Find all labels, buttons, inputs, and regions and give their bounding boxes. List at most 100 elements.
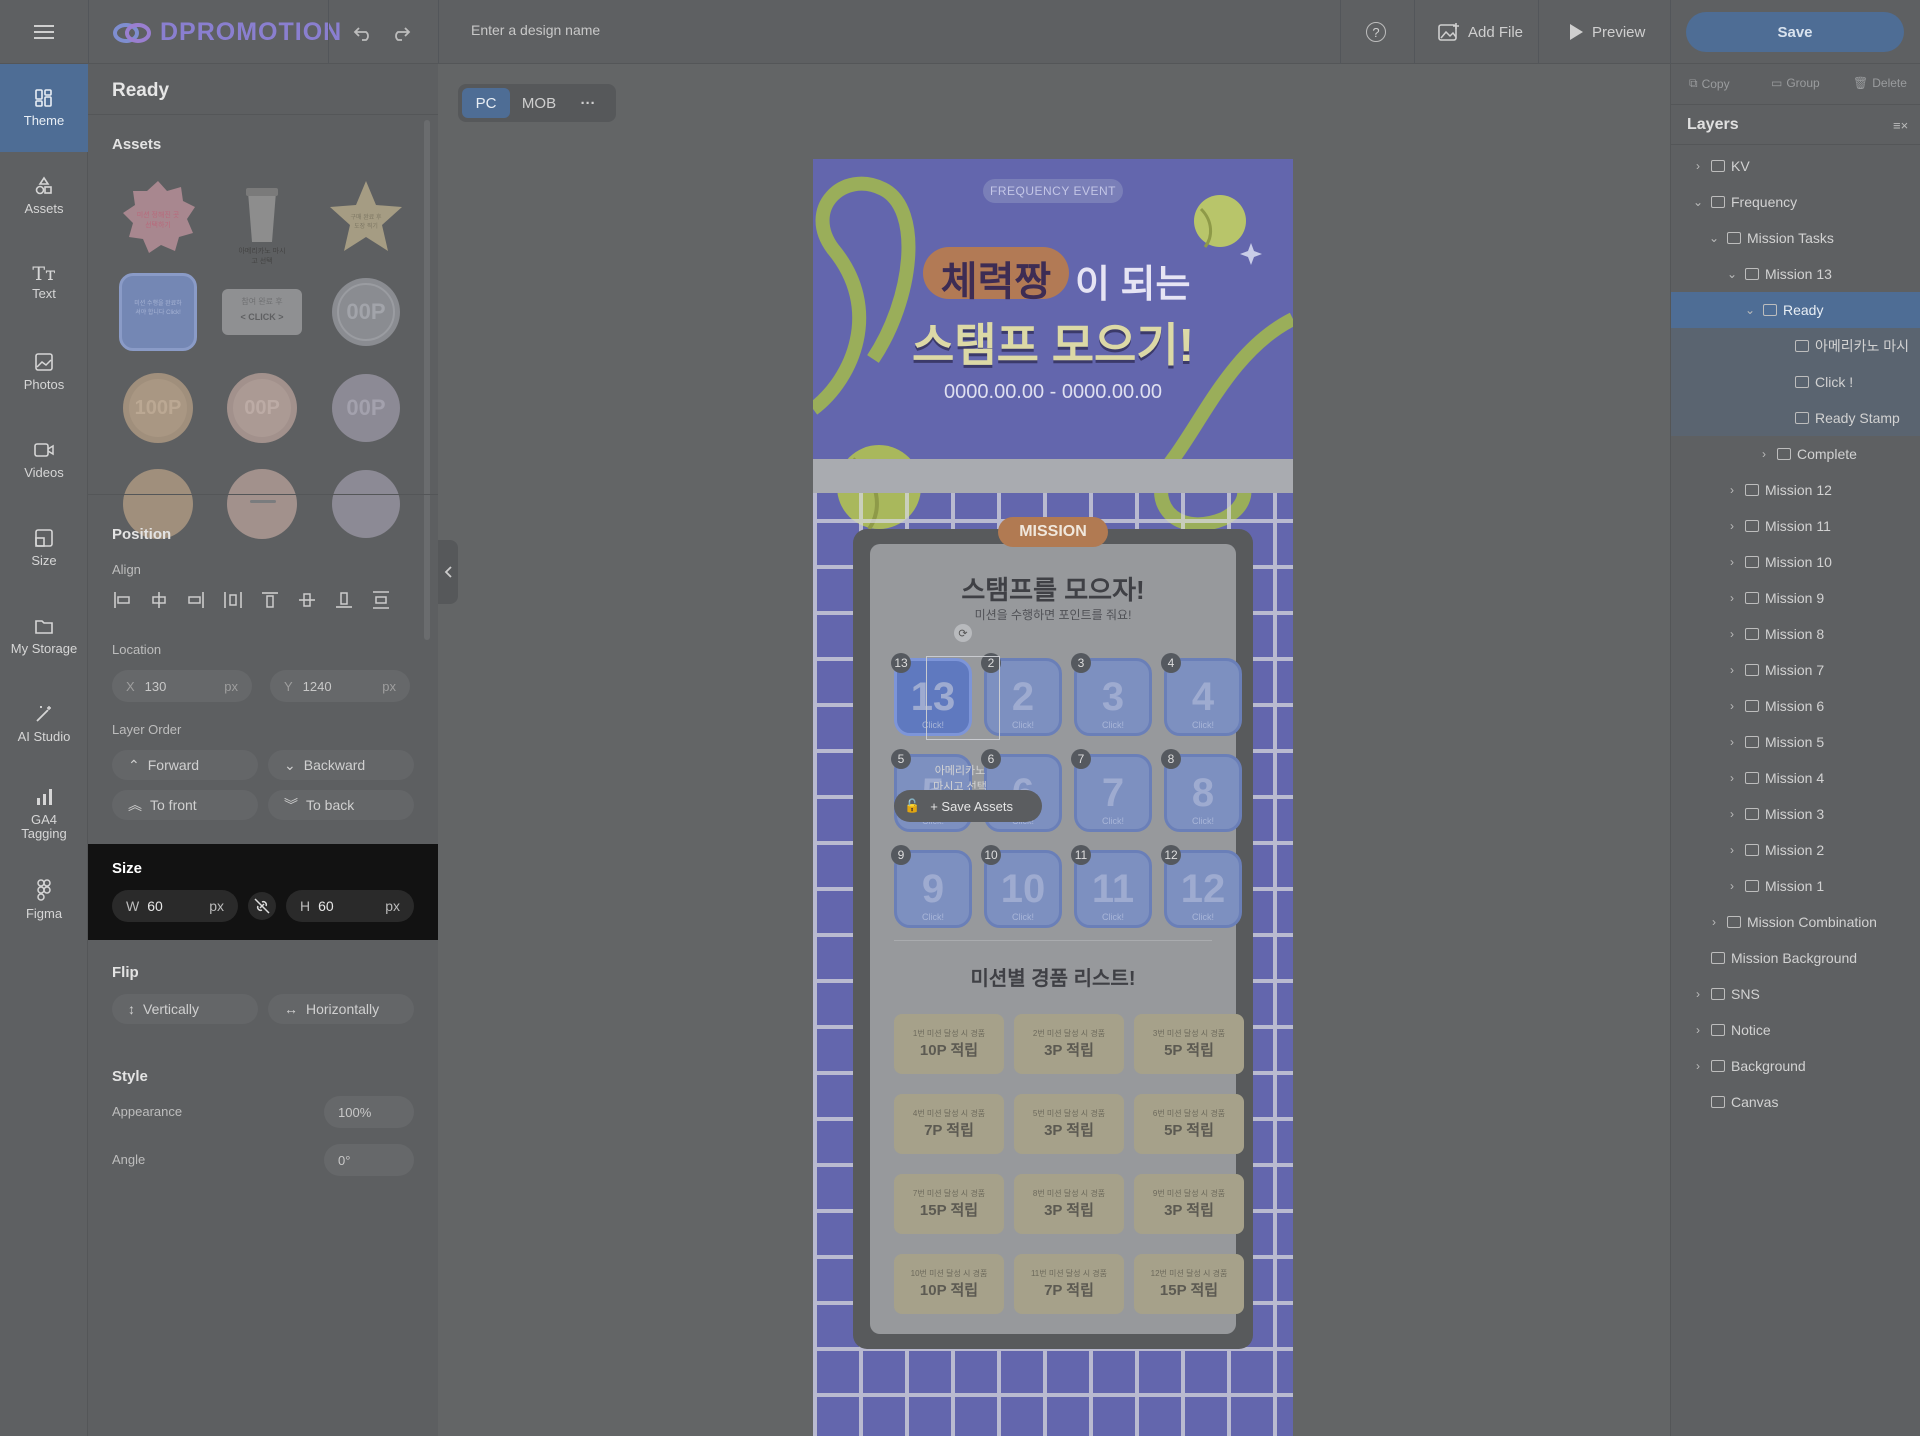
- chevron-icon[interactable]: ›: [1725, 483, 1739, 497]
- chevron-icon[interactable]: ›: [1707, 915, 1721, 929]
- layer-row[interactable]: › Mission 12: [1671, 472, 1920, 508]
- y-position-input[interactable]: Y 1240 px: [270, 670, 410, 702]
- preview-button[interactable]: Preview: [1568, 0, 1645, 64]
- layer-row[interactable]: › Mission Combination: [1671, 904, 1920, 940]
- distribute-horizontal-icon[interactable]: [223, 590, 243, 610]
- chevron-icon[interactable]: ›: [1725, 519, 1739, 533]
- chevron-icon[interactable]: ›: [1691, 1059, 1705, 1073]
- layer-row[interactable]: › Complete: [1671, 436, 1920, 472]
- layer-row[interactable]: ⌄ Frequency: [1671, 184, 1920, 220]
- nav-text[interactable]: Tт Text: [0, 240, 88, 328]
- stamp-11[interactable]: 11 11 Click!: [1071, 845, 1152, 928]
- group-button[interactable]: ▭ Group: [1771, 76, 1820, 90]
- align-center-vertical-icon[interactable]: [297, 590, 317, 610]
- x-position-input[interactable]: X 130 px: [112, 670, 252, 702]
- help-button[interactable]: ?: [1366, 0, 1386, 64]
- flip-vertical-button[interactable]: ↕ Vertically: [112, 994, 258, 1024]
- resize-handle[interactable]: [250, 500, 276, 503]
- redo-icon[interactable]: [388, 20, 414, 46]
- layer-row[interactable]: › Mission 10: [1671, 544, 1920, 580]
- asset-item[interactable]: 00P: [326, 272, 406, 352]
- add-file-button[interactable]: Add File: [1438, 0, 1523, 64]
- chevron-icon[interactable]: ›: [1725, 879, 1739, 893]
- layer-row[interactable]: ⌄ Ready: [1671, 292, 1920, 328]
- layer-row[interactable]: › Mission 9: [1671, 580, 1920, 616]
- asset-item[interactable]: 00P: [326, 368, 406, 448]
- nav-my-storage[interactable]: My Storage: [0, 592, 88, 680]
- unlink-ratio-icon[interactable]: [248, 892, 276, 920]
- chevron-icon[interactable]: ›: [1725, 663, 1739, 677]
- layer-row[interactable]: › Mission 8: [1671, 616, 1920, 652]
- save-assets-button[interactable]: + Save Assets: [930, 799, 1013, 814]
- artboard[interactable]: FREQUENCY EVENT 체력짱 이 되는 스탬프 모으기! 0000.0…: [813, 159, 1293, 1436]
- nav-size[interactable]: Size: [0, 504, 88, 592]
- pc-tab[interactable]: PC: [462, 88, 510, 118]
- chevron-icon[interactable]: ⌄: [1691, 195, 1705, 209]
- asset-item[interactable]: 미션 수행을 완료하셔야 합니다 Click!: [118, 272, 198, 352]
- to-back-button[interactable]: ︾ To back: [268, 790, 414, 820]
- stamp-7[interactable]: 7 7 Click!: [1071, 749, 1152, 832]
- layer-row[interactable]: Mission Background: [1671, 940, 1920, 976]
- asset-item[interactable]: 100P: [118, 368, 198, 448]
- chevron-icon[interactable]: ›: [1725, 555, 1739, 569]
- align-top-icon[interactable]: [260, 590, 280, 610]
- stamp-10[interactable]: 10 10 Click!: [981, 845, 1062, 928]
- align-right-icon[interactable]: [186, 590, 206, 610]
- chevron-icon[interactable]: ⌄: [1743, 303, 1757, 317]
- layer-row[interactable]: › KV: [1671, 148, 1920, 184]
- layer-row[interactable]: › Mission 5: [1671, 724, 1920, 760]
- design-name-input[interactable]: Enter a design name: [471, 22, 600, 38]
- asset-item[interactable]: 참여 완료 후 < CLICK >: [222, 272, 302, 352]
- chevron-icon[interactable]: ›: [1725, 807, 1739, 821]
- layer-row[interactable]: › Mission 3: [1671, 796, 1920, 832]
- asset-item[interactable]: 구매 완료 후 도장 찍기: [326, 176, 406, 256]
- asset-item[interactable]: 미션 정해진 곳 선택하기: [118, 176, 198, 256]
- angle-input[interactable]: 0°: [324, 1144, 414, 1176]
- layer-row[interactable]: › Mission 2: [1671, 832, 1920, 868]
- layer-row[interactable]: Ready Stamp: [1671, 400, 1920, 436]
- chevron-icon[interactable]: ›: [1725, 735, 1739, 749]
- menu-icon[interactable]: [0, 0, 88, 64]
- layer-row[interactable]: › Mission 1: [1671, 868, 1920, 904]
- stamp-12[interactable]: 12 12 Click!: [1161, 845, 1242, 928]
- mob-tab[interactable]: MOB: [514, 88, 564, 118]
- stamp-3[interactable]: 3 3 Click!: [1071, 653, 1152, 736]
- selection-box[interactable]: [926, 656, 1000, 740]
- lock-icon[interactable]: 🔓: [904, 798, 920, 814]
- nav-figma[interactable]: Figma: [0, 856, 88, 944]
- chevron-icon[interactable]: ›: [1725, 627, 1739, 641]
- to-front-button[interactable]: ︽ To front: [112, 790, 258, 820]
- rotate-icon[interactable]: ⟳: [954, 624, 972, 642]
- delete-button[interactable]: 🗑 Delete: [1853, 76, 1907, 90]
- nav-theme[interactable]: Theme: [0, 64, 88, 152]
- asset-item[interactable]: 00P: [222, 368, 302, 448]
- layer-row[interactable]: › Notice: [1671, 1012, 1920, 1048]
- chevron-icon[interactable]: ›: [1725, 699, 1739, 713]
- layer-row[interactable]: › Mission 11: [1671, 508, 1920, 544]
- align-left-icon[interactable]: [112, 590, 132, 610]
- stamp-9[interactable]: 9 9 Click!: [891, 845, 972, 928]
- forward-button[interactable]: ⌃ Forward: [112, 750, 258, 780]
- layer-row[interactable]: Canvas: [1671, 1084, 1920, 1120]
- layer-row[interactable]: Click !: [1671, 364, 1920, 400]
- align-bottom-icon[interactable]: [334, 590, 354, 610]
- appearance-input[interactable]: 100%: [324, 1096, 414, 1128]
- collapse-panel-icon[interactable]: [438, 540, 458, 604]
- nav-photos[interactable]: Photos: [0, 328, 88, 416]
- nav-ai-studio[interactable]: AI Studio: [0, 680, 88, 768]
- nav-assets[interactable]: Assets: [0, 152, 88, 240]
- asset-item[interactable]: [326, 464, 406, 544]
- chevron-icon[interactable]: ›: [1691, 159, 1705, 173]
- layer-row[interactable]: › Mission 4: [1671, 760, 1920, 796]
- chevron-icon[interactable]: ›: [1725, 771, 1739, 785]
- more-options-icon[interactable]: ···: [568, 88, 608, 118]
- distribute-vertical-icon[interactable]: [371, 590, 391, 610]
- height-input[interactable]: H 60 px: [286, 890, 414, 922]
- chevron-icon[interactable]: ›: [1757, 447, 1771, 461]
- layer-row[interactable]: › SNS: [1671, 976, 1920, 1012]
- chevron-icon[interactable]: ›: [1725, 843, 1739, 857]
- nav-ga4-tagging[interactable]: GA4 Tagging: [0, 768, 88, 856]
- chevron-icon[interactable]: ⌄: [1707, 231, 1721, 245]
- save-button[interactable]: Save: [1686, 12, 1904, 52]
- chevron-icon[interactable]: ⌄: [1725, 267, 1739, 281]
